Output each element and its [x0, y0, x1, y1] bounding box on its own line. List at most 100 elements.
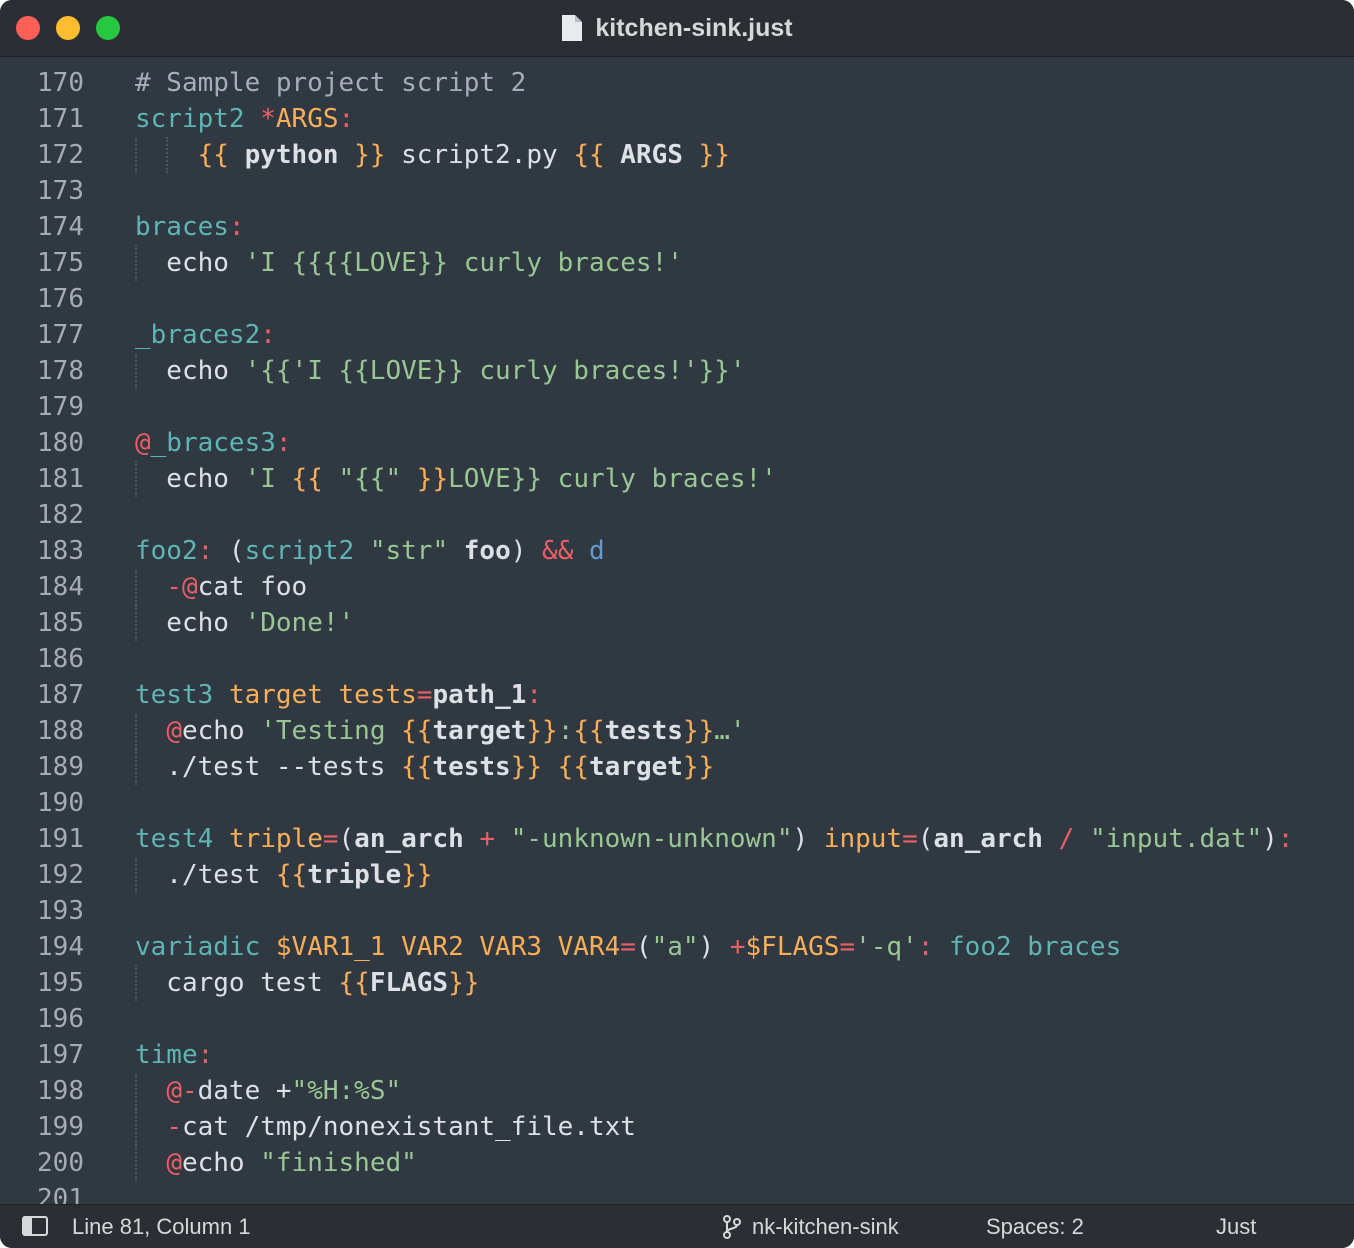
code-text: cargo test {{FLAGS}}: [135, 965, 479, 1001]
code-line[interactable]: 183 foo2: (script2 "str" foo) && d: [0, 533, 1354, 569]
code-line[interactable]: 180 @_braces3:: [0, 425, 1354, 461]
code-line[interactable]: 200 @echo "finished": [0, 1145, 1354, 1181]
syntax-selector[interactable]: Just: [1216, 1205, 1256, 1248]
code-token: cat foo: [197, 572, 308, 602]
code-line[interactable]: 198 @-date +"%H:%S": [0, 1073, 1354, 1109]
code-text: echo 'Done!': [135, 605, 354, 641]
code-line[interactable]: 193: [0, 893, 1354, 929]
code-token: =: [839, 932, 856, 962]
code-line[interactable]: 177 _braces2:: [0, 317, 1354, 353]
code-token: 'I {{{{LOVE}} curly braces!': [244, 248, 683, 278]
line-number: 182: [37, 500, 84, 530]
code-token: an_arch: [933, 824, 1043, 854]
cursor-position[interactable]: Line 81, Column 1: [72, 1205, 251, 1248]
code-token: tests: [604, 716, 683, 746]
code-text: @echo 'Testing {{target}}:{{tests}}…': [135, 713, 745, 749]
code-line[interactable]: 174 braces:: [0, 209, 1354, 245]
code-token: }}: [401, 860, 433, 890]
code-token: &&: [542, 536, 574, 566]
code-token: {{: [275, 860, 308, 890]
code-token: "str": [369, 536, 449, 566]
code-token: }}: [448, 968, 480, 998]
code-token: _braces2: [135, 320, 261, 350]
code-text: echo 'I {{{{LOVE}} curly braces!': [135, 245, 683, 281]
line-number: 184: [37, 572, 84, 602]
code-line[interactable]: 192 ./test {{triple}}: [0, 857, 1354, 893]
line-number: 199: [37, 1112, 84, 1142]
code-token: "a": [651, 932, 699, 962]
code-token: time: [135, 1040, 198, 1070]
code-token: :: [557, 716, 574, 746]
code-token: :: [260, 320, 276, 350]
code-line[interactable]: 184 -@cat foo: [0, 569, 1354, 605]
code-token: python: [244, 140, 339, 170]
git-branch-name[interactable]: nk-kitchen-sink: [752, 1205, 899, 1248]
editor-window: kitchen-sink.just 170 # Sample project sc…: [0, 0, 1354, 1248]
indentation-setting[interactable]: Spaces: 2: [986, 1205, 1084, 1248]
code-line[interactable]: 176: [0, 281, 1354, 317]
code-token: :: [1277, 824, 1294, 854]
code-line[interactable]: 178 echo '{{'I {{LOVE}} curly braces!'}}…: [0, 353, 1354, 389]
code-token: }}: [526, 716, 558, 746]
code-text: ./test {{triple}}: [135, 857, 432, 893]
code-token: LOVE}} curly braces!': [448, 464, 777, 494]
code-line[interactable]: 173: [0, 173, 1354, 209]
code-line[interactable]: 197 time:: [0, 1037, 1354, 1073]
code-line[interactable]: 188 @echo 'Testing {{target}}:{{tests}}……: [0, 713, 1354, 749]
code-token: _braces3: [150, 428, 276, 458]
code-token: cargo test: [135, 968, 339, 998]
code-token: {{: [291, 464, 339, 494]
code-line[interactable]: 195 cargo test {{FLAGS}}: [0, 965, 1354, 1001]
code-token: echo: [181, 716, 261, 746]
code-line[interactable]: 182: [0, 497, 1354, 533]
code-text: ./test --tests {{tests}} {{target}}: [135, 749, 714, 785]
sidebar-toggle-icon[interactable]: [22, 1216, 48, 1236]
code-token: :: [197, 1040, 214, 1070]
code-line[interactable]: 175 echo 'I {{{{LOVE}} curly braces!': [0, 245, 1354, 281]
code-line[interactable]: 196: [0, 1001, 1354, 1037]
code-token: ./test --tests: [135, 752, 402, 782]
code-token: 'I: [244, 464, 292, 494]
code-token: FLAGS: [369, 968, 449, 998]
line-number: 179: [37, 392, 84, 422]
code-line[interactable]: 189 ./test --tests {{tests}} {{target}}: [0, 749, 1354, 785]
code-token: :: [338, 104, 355, 134]
code-line[interactable]: 172 {{ python }} script2.py {{ ARGS }}: [0, 137, 1354, 173]
code-line[interactable]: 199 -cat /tmp/nonexistant_file.txt: [0, 1109, 1354, 1145]
line-number: 180: [37, 428, 84, 458]
code-token: foo2: [135, 536, 198, 566]
code-token: variadic: [135, 932, 261, 962]
code-editor[interactable]: 170 # Sample project script 2 171 script2 *…: [0, 57, 1354, 1204]
code-line[interactable]: 171 script2 *ARGS:: [0, 101, 1354, 137]
line-number: 191: [37, 824, 84, 854]
code-token: ): [698, 932, 730, 962]
status-bar: Line 81, Column 1 nk-kitchen-sink Spaces…: [0, 1204, 1354, 1248]
code-line[interactable]: 170 # Sample project script 2: [0, 65, 1354, 101]
code-token: '{{'I {{LOVE}} curly braces!'}}': [244, 356, 746, 386]
code-line[interactable]: 181 echo 'I {{ "{{" }}LOVE}} curly brace…: [0, 461, 1354, 497]
code-token: test4: [135, 824, 214, 854]
code-line[interactable]: 186: [0, 641, 1354, 677]
code-token: =: [322, 824, 339, 854]
code-text: test4 triple=(an_arch + "-unknown-unknow…: [135, 821, 1293, 857]
code-line[interactable]: 187 test3 target tests=path_1:: [0, 677, 1354, 713]
code-line[interactable]: 179: [0, 389, 1354, 425]
code-token: {{: [573, 140, 621, 170]
code-line[interactable]: 190: [0, 785, 1354, 821]
line-number: 170: [37, 68, 84, 98]
code-line[interactable]: 185 echo 'Done!': [0, 605, 1354, 641]
code-line[interactable]: 194 variadic $VAR1_1 VAR2 VAR3 VAR4=("a")…: [0, 929, 1354, 965]
code-line[interactable]: 191 test4 triple=(an_arch + "-unknown-unk…: [0, 821, 1354, 857]
code-token: {{: [557, 752, 589, 782]
line-number: 190: [37, 788, 84, 818]
code-line[interactable]: 201: [0, 1181, 1354, 1204]
code-token: an_arch: [354, 824, 464, 854]
line-number: 178: [37, 356, 84, 386]
